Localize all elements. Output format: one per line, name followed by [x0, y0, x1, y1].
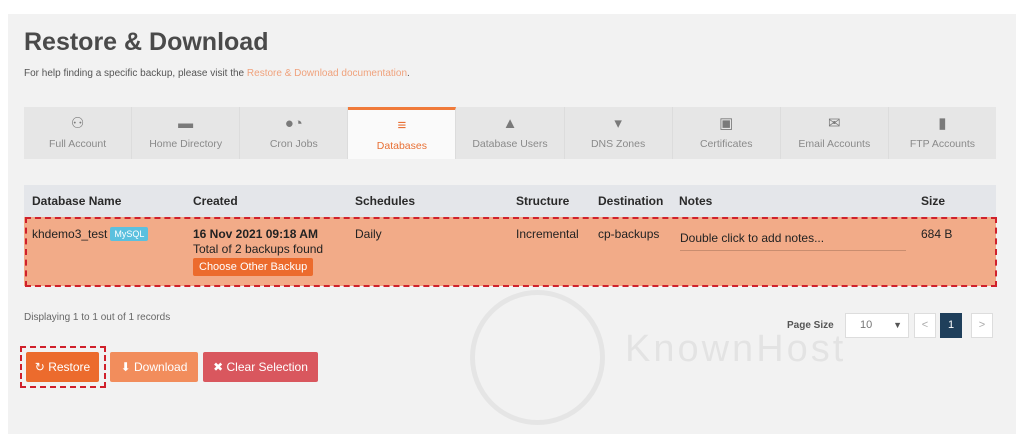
tab-label: Databases	[376, 139, 427, 152]
choose-other-backup-button[interactable]: Choose Other Backup	[193, 258, 314, 276]
notes-field[interactable]: Double click to add notes...	[680, 231, 906, 251]
destination-cell: cp-backups	[598, 227, 660, 241]
column-header-destination[interactable]: Destination	[598, 194, 663, 208]
clear-selection-button[interactable]: ✖ Clear Selection	[203, 352, 318, 382]
page-title: Restore & Download	[24, 28, 269, 56]
records-summary: Displaying 1 to 1 out of 1 records	[24, 312, 171, 323]
next-page-button[interactable]: >	[971, 313, 993, 338]
clear-selection-label: Clear Selection	[226, 360, 308, 374]
tab-ftp-accounts[interactable]: ▮ FTP Accounts	[888, 107, 996, 159]
download-label: Download	[134, 360, 188, 374]
database-name-cell: khdemo3_test MySQL	[32, 227, 149, 241]
file-icon: ▮	[938, 115, 947, 132]
folder-icon: ▬	[178, 115, 194, 132]
download-icon: ⬇	[120, 360, 131, 374]
tab-email-accounts[interactable]: ✉ Email Accounts	[780, 107, 889, 159]
sitemap-icon: ⚇	[70, 115, 85, 132]
tab-databases[interactable]: ≡ Databases	[348, 107, 457, 159]
knownhost-watermark-text: KnownHost	[625, 328, 847, 370]
page-1-button[interactable]: 1	[940, 313, 962, 338]
tab-label: Cron Jobs	[269, 138, 318, 150]
user-clock-icon: ●◔	[284, 115, 303, 132]
structure-cell: Incremental	[516, 227, 579, 241]
table-header: Database Name Created Schedules Structur…	[24, 185, 996, 217]
help-text-suffix: .	[407, 68, 410, 79]
lock-icon: ▣	[719, 115, 734, 132]
column-header-schedules[interactable]: Schedules	[355, 194, 415, 208]
size-cell: 684 B	[921, 227, 953, 241]
tab-dns-zones[interactable]: ▾ DNS Zones	[564, 107, 673, 159]
tab-label: Database Users	[472, 138, 548, 150]
tab-label: Email Accounts	[798, 138, 871, 150]
created-date: 16 Nov 2021 09:18 AM	[193, 227, 318, 241]
documentation-link[interactable]: Restore & Download documentation	[247, 68, 407, 79]
column-header-structure[interactable]: Structure	[516, 194, 569, 208]
tab-label: DNS Zones	[590, 138, 646, 150]
tab-label: Full Account	[48, 138, 107, 150]
help-text-prefix: For help finding a specific backup, plea…	[24, 68, 247, 79]
page-size-value: 10	[860, 319, 873, 331]
column-header-size[interactable]: Size	[921, 194, 945, 208]
download-button[interactable]: ⬇ Download	[110, 352, 198, 382]
knownhost-watermark-logo	[470, 290, 605, 425]
tab-full-account[interactable]: ⚇ Full Account	[24, 107, 133, 159]
tab-label: Home Directory	[149, 138, 223, 150]
page-size-label: Page Size	[787, 320, 834, 331]
map-marker-icon: ▾	[614, 115, 622, 132]
tab-label: Certificates	[699, 138, 753, 150]
table-row[interactable]: khdemo3_test MySQL 16 Nov 2021 09:18 AM T…	[24, 217, 996, 286]
tab-label: FTP Accounts	[909, 138, 976, 150]
envelope-icon: ✉	[828, 115, 841, 132]
column-header-notes[interactable]: Notes	[679, 194, 712, 208]
tab-certificates[interactable]: ▣ Certificates	[672, 107, 781, 159]
tab-home-directory[interactable]: ▬ Home Directory	[132, 107, 241, 159]
refresh-icon: ↻	[34, 360, 45, 374]
previous-page-button[interactable]: <	[914, 313, 936, 338]
tab-database-users[interactable]: ▲ Database Users	[456, 107, 565, 159]
restore-label: Restore	[48, 360, 91, 374]
database-name: khdemo3_test	[32, 227, 108, 241]
backup-count: Total of 2 backups found	[193, 242, 324, 256]
page-size-select[interactable]: 10 ▼	[845, 313, 909, 338]
tab-cron-jobs[interactable]: ●◔ Cron Jobs	[240, 107, 349, 159]
column-header-created[interactable]: Created	[193, 194, 238, 208]
column-header-database-name[interactable]: Database Name	[32, 194, 121, 208]
chevron-down-icon: ▼	[893, 320, 902, 330]
schedule-cell: Daily	[355, 227, 382, 241]
close-icon: ✖	[213, 360, 224, 374]
restore-button[interactable]: ↻ Restore	[26, 352, 99, 382]
help-text: For help finding a specific backup, plea…	[24, 68, 410, 79]
backup-type-tabs: ⚇ Full Account ▬ Home Directory ●◔ Cron …	[24, 107, 996, 159]
mysql-badge: MySQL	[110, 227, 149, 241]
database-icon: ≡	[397, 116, 407, 134]
user-database-icon: ▲	[502, 115, 518, 132]
